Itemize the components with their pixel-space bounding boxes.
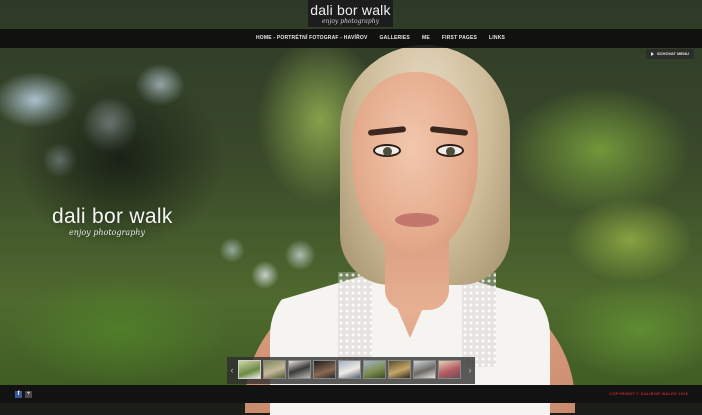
nav-item-home[interactable]: HOME - PORTRÉTNÍ FOTOGRAF - HAVÍŘOV [250, 29, 374, 48]
thumbnail[interactable] [288, 360, 311, 379]
play-icon [651, 51, 654, 56]
thumbnail-strip: ‹ › [227, 357, 475, 384]
portrait-beads-right [462, 272, 496, 367]
thumbnail[interactable] [438, 360, 461, 379]
thumbnail[interactable] [363, 360, 386, 379]
thumbnail[interactable] [263, 360, 286, 379]
hero-logo-text: dali bor walk [52, 205, 173, 228]
portrait-lips [395, 213, 439, 227]
header-logo[interactable]: dali bor walk enjoy photography [308, 0, 393, 27]
header-logo-text: dali bor walk [310, 2, 391, 18]
chevron-right-icon[interactable]: › [466, 362, 474, 378]
nav-items: HOME - PORTRÉTNÍ FOTOGRAF - HAVÍŘOV GALL… [250, 29, 511, 48]
nav-item-first-pages[interactable]: FIRST PAGES [436, 29, 483, 48]
hero-logo-tagline: enjoy photography [69, 228, 145, 237]
thumbnail[interactable] [313, 360, 336, 379]
nav-item-me[interactable]: ME [416, 29, 436, 48]
portrait-beads-left [338, 272, 372, 367]
thumbnail[interactable] [413, 360, 436, 379]
copyright-text: COPYRIGHT © DALIBOR WALEK 2016 [609, 391, 688, 396]
header-logo-tagline: enjoy photography [322, 18, 379, 25]
hide-menu-label: SCHOVAT MENU [657, 51, 689, 56]
nav-item-galleries[interactable]: GALLERIES [374, 29, 416, 48]
portrait-right-eye [436, 144, 464, 157]
thumbnail-list [238, 360, 461, 379]
footer: f + COPYRIGHT © DALIBOR WALEK 2016 [0, 385, 702, 403]
share-icon[interactable]: + [25, 391, 32, 398]
facebook-icon[interactable]: f [15, 391, 22, 398]
hero-logo: dali bor walk enjoy photography [52, 205, 173, 238]
hide-menu-button[interactable]: SCHOVAT MENU [646, 49, 694, 59]
thumbnail[interactable] [238, 360, 261, 379]
main-nav: HOME - PORTRÉTNÍ FOTOGRAF - HAVÍŘOV GALL… [0, 29, 702, 48]
thumbnail[interactable] [338, 360, 361, 379]
thumbnail[interactable] [388, 360, 411, 379]
hero-background-shadow [0, 50, 260, 270]
nav-item-links[interactable]: LINKS [483, 29, 511, 48]
chevron-left-icon[interactable]: ‹ [228, 362, 236, 378]
portrait-left-eye [373, 144, 401, 157]
